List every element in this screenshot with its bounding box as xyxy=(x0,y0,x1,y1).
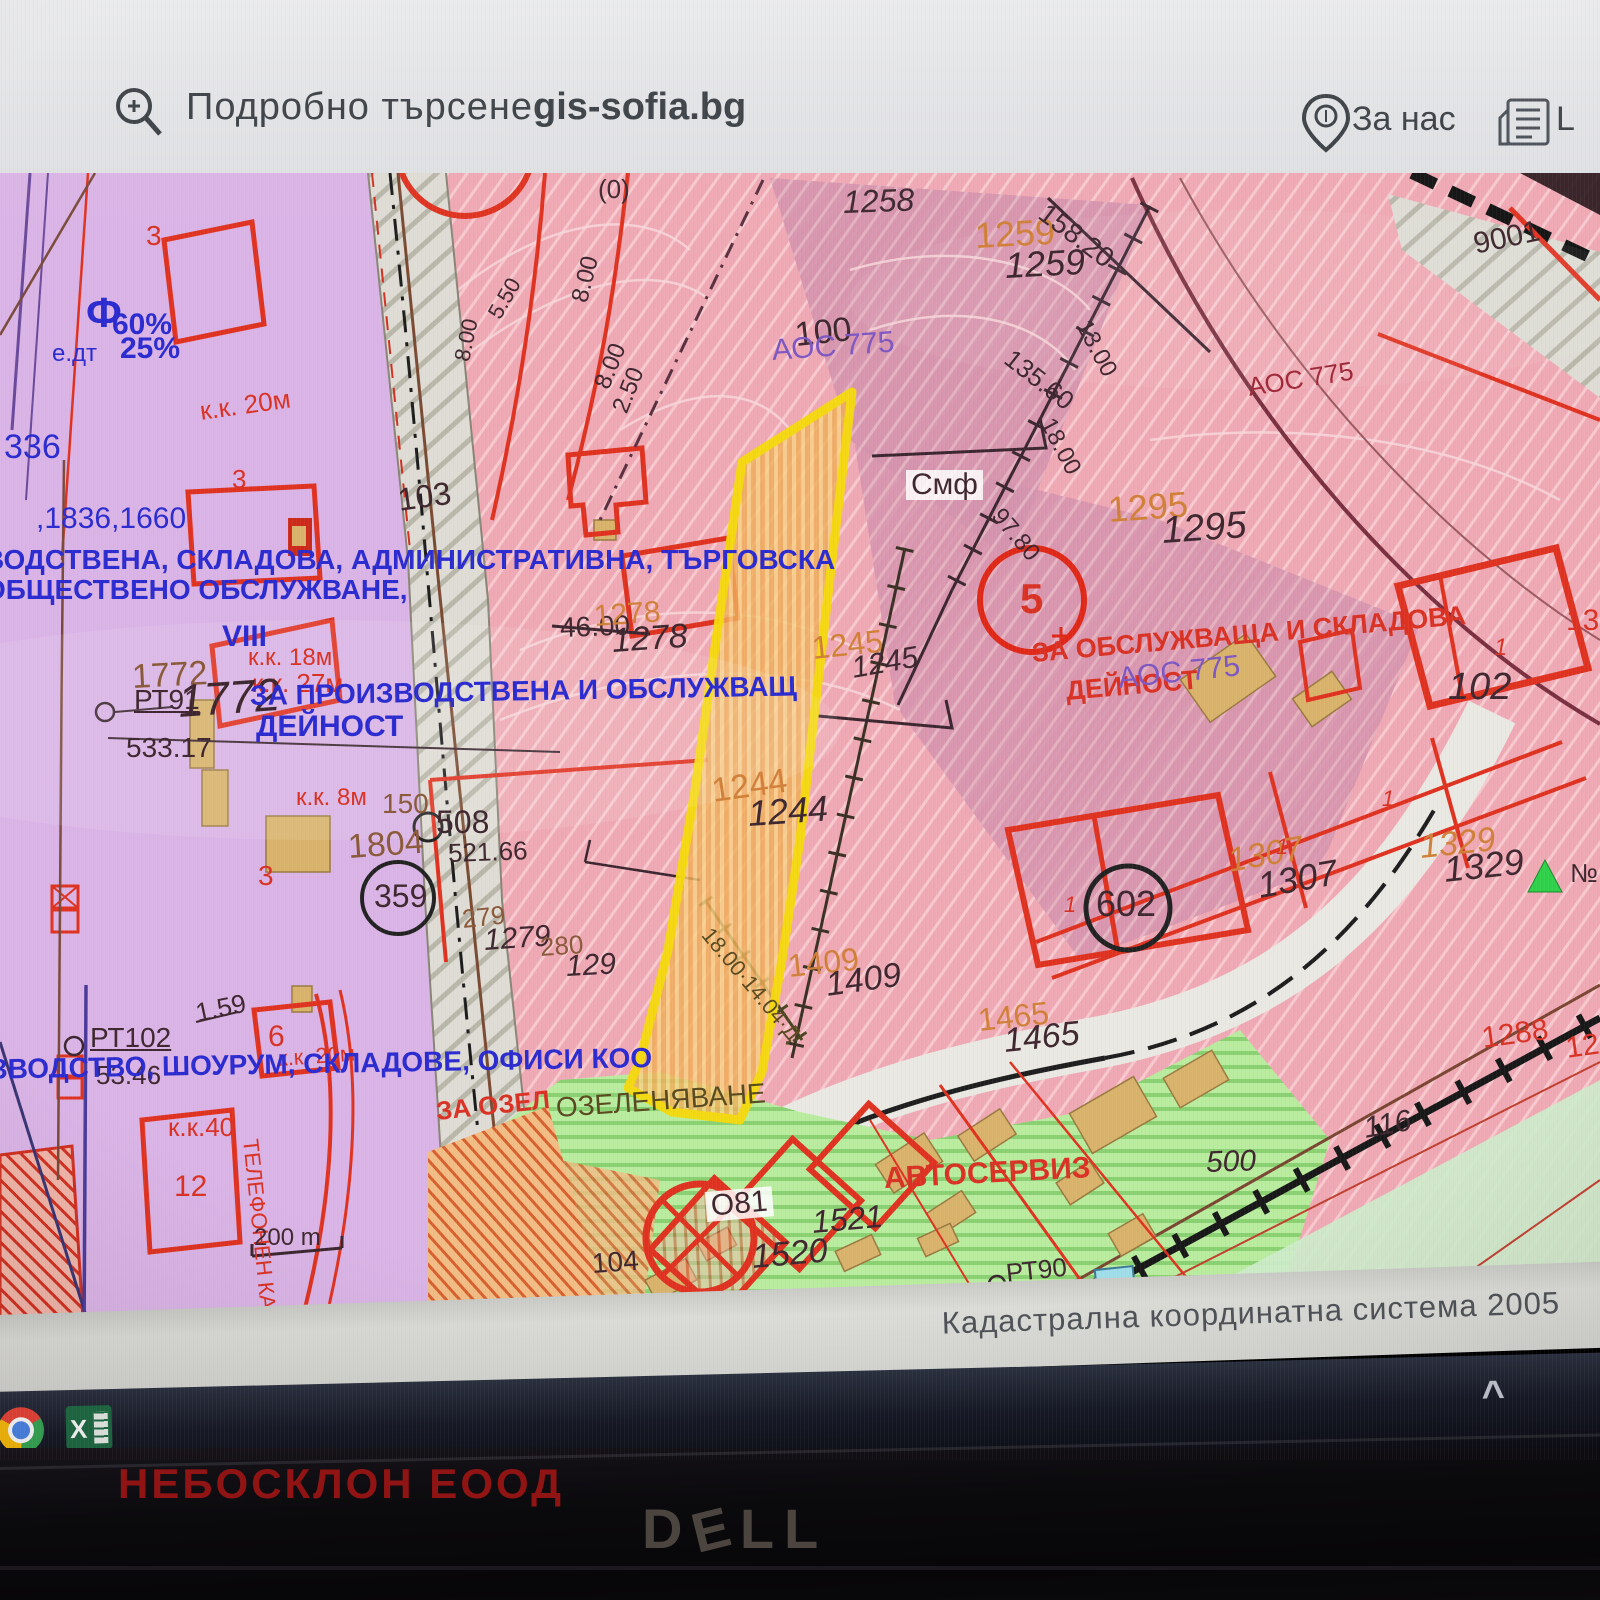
dell-logo-letter: E xyxy=(685,1491,747,1566)
dell-logo-letter: L xyxy=(740,1496,784,1561)
excel-grid-glyph xyxy=(94,1411,109,1443)
news-list-icon[interactable] xyxy=(1496,96,1552,150)
app-header: Подробно търсене gis-sofia.bg За нас L xyxy=(0,0,1600,176)
dell-logo: DELL xyxy=(642,1496,828,1561)
cadastral-map-svg xyxy=(0,173,1600,1335)
laptop-base-line xyxy=(0,1566,1600,1570)
detailed-search-link[interactable]: Подробно търсене xyxy=(186,86,533,129)
site-brand[interactable]: gis-sofia.bg xyxy=(533,86,746,129)
coordinate-system-note: Кадастрална координатна система 2005 xyxy=(941,1285,1560,1341)
location-pin-icon[interactable] xyxy=(1300,92,1352,154)
tray-chevron-icon[interactable]: ^ xyxy=(1481,1373,1505,1419)
watermark: НЕБОСКЛОН ЕООД xyxy=(118,1460,564,1508)
truncated-menu-label: L xyxy=(1556,100,1575,139)
excel-icon[interactable]: X xyxy=(65,1405,112,1450)
chrome-icon[interactable] xyxy=(0,1407,45,1454)
laptop-photo: Подробно търсене gis-sofia.bg За нас L xyxy=(0,0,1600,1600)
search-icon[interactable] xyxy=(110,82,168,140)
dell-logo-letter: L xyxy=(784,1496,828,1561)
map-viewport[interactable] xyxy=(0,173,1600,1335)
about-us-link[interactable]: За нас xyxy=(1352,100,1456,139)
excel-x-glyph: X xyxy=(70,1414,88,1445)
